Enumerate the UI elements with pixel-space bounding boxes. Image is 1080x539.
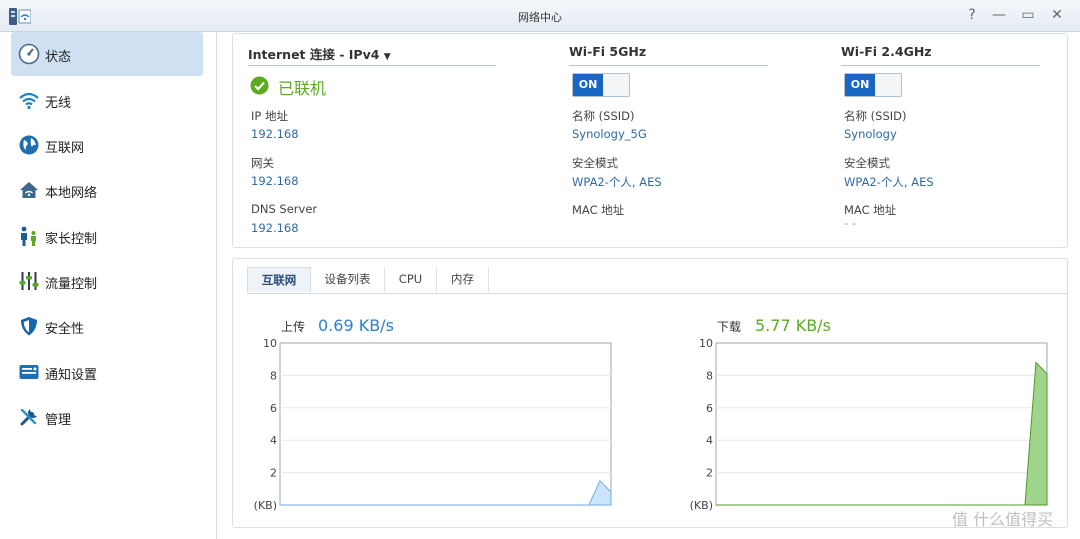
tools-icon <box>20 408 37 426</box>
sidebar-item-notification[interactable]: 通知设置 <box>11 350 203 394</box>
minimize-button[interactable]: — <box>991 7 1007 23</box>
sidebar-item-internet[interactable]: 互联网 <box>11 123 203 167</box>
download-y-tick-label: 6 <box>706 402 713 415</box>
help-button[interactable]: ? <box>964 7 980 23</box>
internet-connection-dropdown[interactable]: Internet 连接 - IPv4 ▼ <box>248 44 391 63</box>
upload-unit-label: (KB) <box>254 499 277 512</box>
sidebar-item-local-network[interactable]: 本地网络 <box>11 168 203 212</box>
sidebar-item-label: 通知设置 <box>45 368 98 383</box>
watermark: 值 什么值得买 <box>952 510 1054 529</box>
sidebar-item-parental-control[interactable]: 家长控制 <box>11 214 203 258</box>
section-divider <box>248 65 496 66</box>
upload-y-tick-label: 6 <box>270 402 277 415</box>
download-unit-label: (KB) <box>690 499 713 512</box>
wifi24-toggle[interactable]: ON <box>844 73 902 97</box>
home-network-icon <box>20 182 38 198</box>
upload-y-tick-label: 2 <box>270 467 277 480</box>
wifi5-security-value: WPA2-个人, AES <box>572 175 662 189</box>
ip-value: 192.168 <box>251 127 299 141</box>
wifi-icon <box>19 92 39 110</box>
section-divider <box>569 65 768 66</box>
family-icon <box>21 226 36 246</box>
ip-label: IP 地址 <box>251 109 288 123</box>
download-rate: 5.77 KB/s <box>755 316 831 335</box>
window-titlebar: 网络中心 ? — ▭ ✕ <box>0 0 1080 32</box>
download-plot-area <box>715 342 1048 506</box>
close-button[interactable]: ✕ <box>1049 7 1065 23</box>
download-y-tick-label: 2 <box>706 467 713 480</box>
gateway-label: 网关 <box>251 156 274 170</box>
sidebar-item-label: 无线 <box>45 96 72 111</box>
sidebar-item-wireless[interactable]: 无线 <box>11 78 203 122</box>
notification-icon <box>19 365 39 379</box>
shield-icon <box>21 317 37 336</box>
window-title: 网络中心 <box>518 11 562 24</box>
upload-plot-area <box>279 342 612 506</box>
wifi5-section-title: Wi-Fi 5GHz <box>569 44 647 59</box>
tab-memory[interactable]: 内存 <box>437 267 489 292</box>
wifi5-mac-label: MAC 地址 <box>572 203 625 217</box>
sidebar-item-label: 家长控制 <box>45 232 98 247</box>
sidebar-item-management[interactable]: 管理 <box>11 395 203 439</box>
tab-cpu[interactable]: CPU <box>385 267 437 292</box>
check-circle-icon <box>250 76 269 95</box>
wifi5-security-label: 安全模式 <box>572 156 618 170</box>
download-y-tick-label: 8 <box>706 369 713 382</box>
connection-status: 已联机 <box>278 79 327 98</box>
download-y-tick-label: 10 <box>699 337 713 350</box>
sidebar-item-label: 管理 <box>45 413 72 428</box>
dns-value: 192.168 <box>251 221 299 235</box>
wifi24-ssid-label: 名称 (SSID) <box>844 109 907 123</box>
wifi5-toggle[interactable]: ON <box>572 73 630 97</box>
wifi24-security-value: WPA2-个人, AES <box>844 175 934 189</box>
sidebar-item-traffic-control[interactable]: 流量控制 <box>11 259 203 303</box>
wifi24-ssid-value: Synology <box>844 127 897 141</box>
gateway-value: 192.168 <box>251 174 299 188</box>
maximize-button[interactable]: ▭ <box>1020 7 1036 23</box>
wifi24-mac-value: - - <box>844 216 856 230</box>
caret-down-icon: ▼ <box>383 52 391 62</box>
wifi5-ssid-value: Synology_5G <box>572 127 647 141</box>
upload-y-tick-label: 10 <box>263 337 277 350</box>
section-divider <box>841 65 1040 66</box>
download-chart: 10 8 6 4 2 (KB) <box>690 337 1048 512</box>
sidebar-item-label: 本地网络 <box>45 186 98 201</box>
internet-section-title: Internet 连接 - IPv4 <box>248 47 380 62</box>
sidebar-item-status[interactable]: 状态 <box>11 32 203 76</box>
upload-rate: 0.69 KB/s <box>318 316 394 335</box>
download-y-tick-label: 4 <box>706 434 713 447</box>
dns-label: DNS Server <box>251 202 318 216</box>
sidebar-item-label: 状态 <box>45 50 72 65</box>
sidebar-item-label: 安全性 <box>45 322 85 337</box>
sidebar-item-security[interactable]: 安全性 <box>11 304 203 348</box>
tabs-divider <box>247 293 1067 294</box>
sidebar: 状态 无线 互联网 本地网络 家长控制 流量控制 安全性 通知设置 管理 <box>0 32 217 539</box>
sliders-icon <box>19 272 39 290</box>
upload-label: 上传 <box>281 320 306 334</box>
globe-icon <box>19 135 39 155</box>
sidebar-item-label: 流量控制 <box>45 277 98 292</box>
wifi24-toggle-label: ON <box>845 74 875 96</box>
gauge-icon <box>18 43 40 65</box>
tab-internet[interactable]: 互联网 <box>247 267 311 292</box>
upload-y-tick-label: 8 <box>270 369 277 382</box>
upload-y-tick-label: 4 <box>270 434 277 447</box>
wifi5-ssid-label: 名称 (SSID) <box>572 109 635 123</box>
tab-device-list[interactable]: 设备列表 <box>311 267 385 292</box>
download-label: 下载 <box>717 320 742 334</box>
wifi5-toggle-label: ON <box>573 74 603 96</box>
sidebar-item-label: 互联网 <box>45 141 85 156</box>
wifi24-security-label: 安全模式 <box>844 156 890 170</box>
upload-chart: 10 8 6 4 2 (KB) <box>254 337 612 512</box>
wifi24-section-title: Wi-Fi 2.4GHz <box>841 44 932 59</box>
